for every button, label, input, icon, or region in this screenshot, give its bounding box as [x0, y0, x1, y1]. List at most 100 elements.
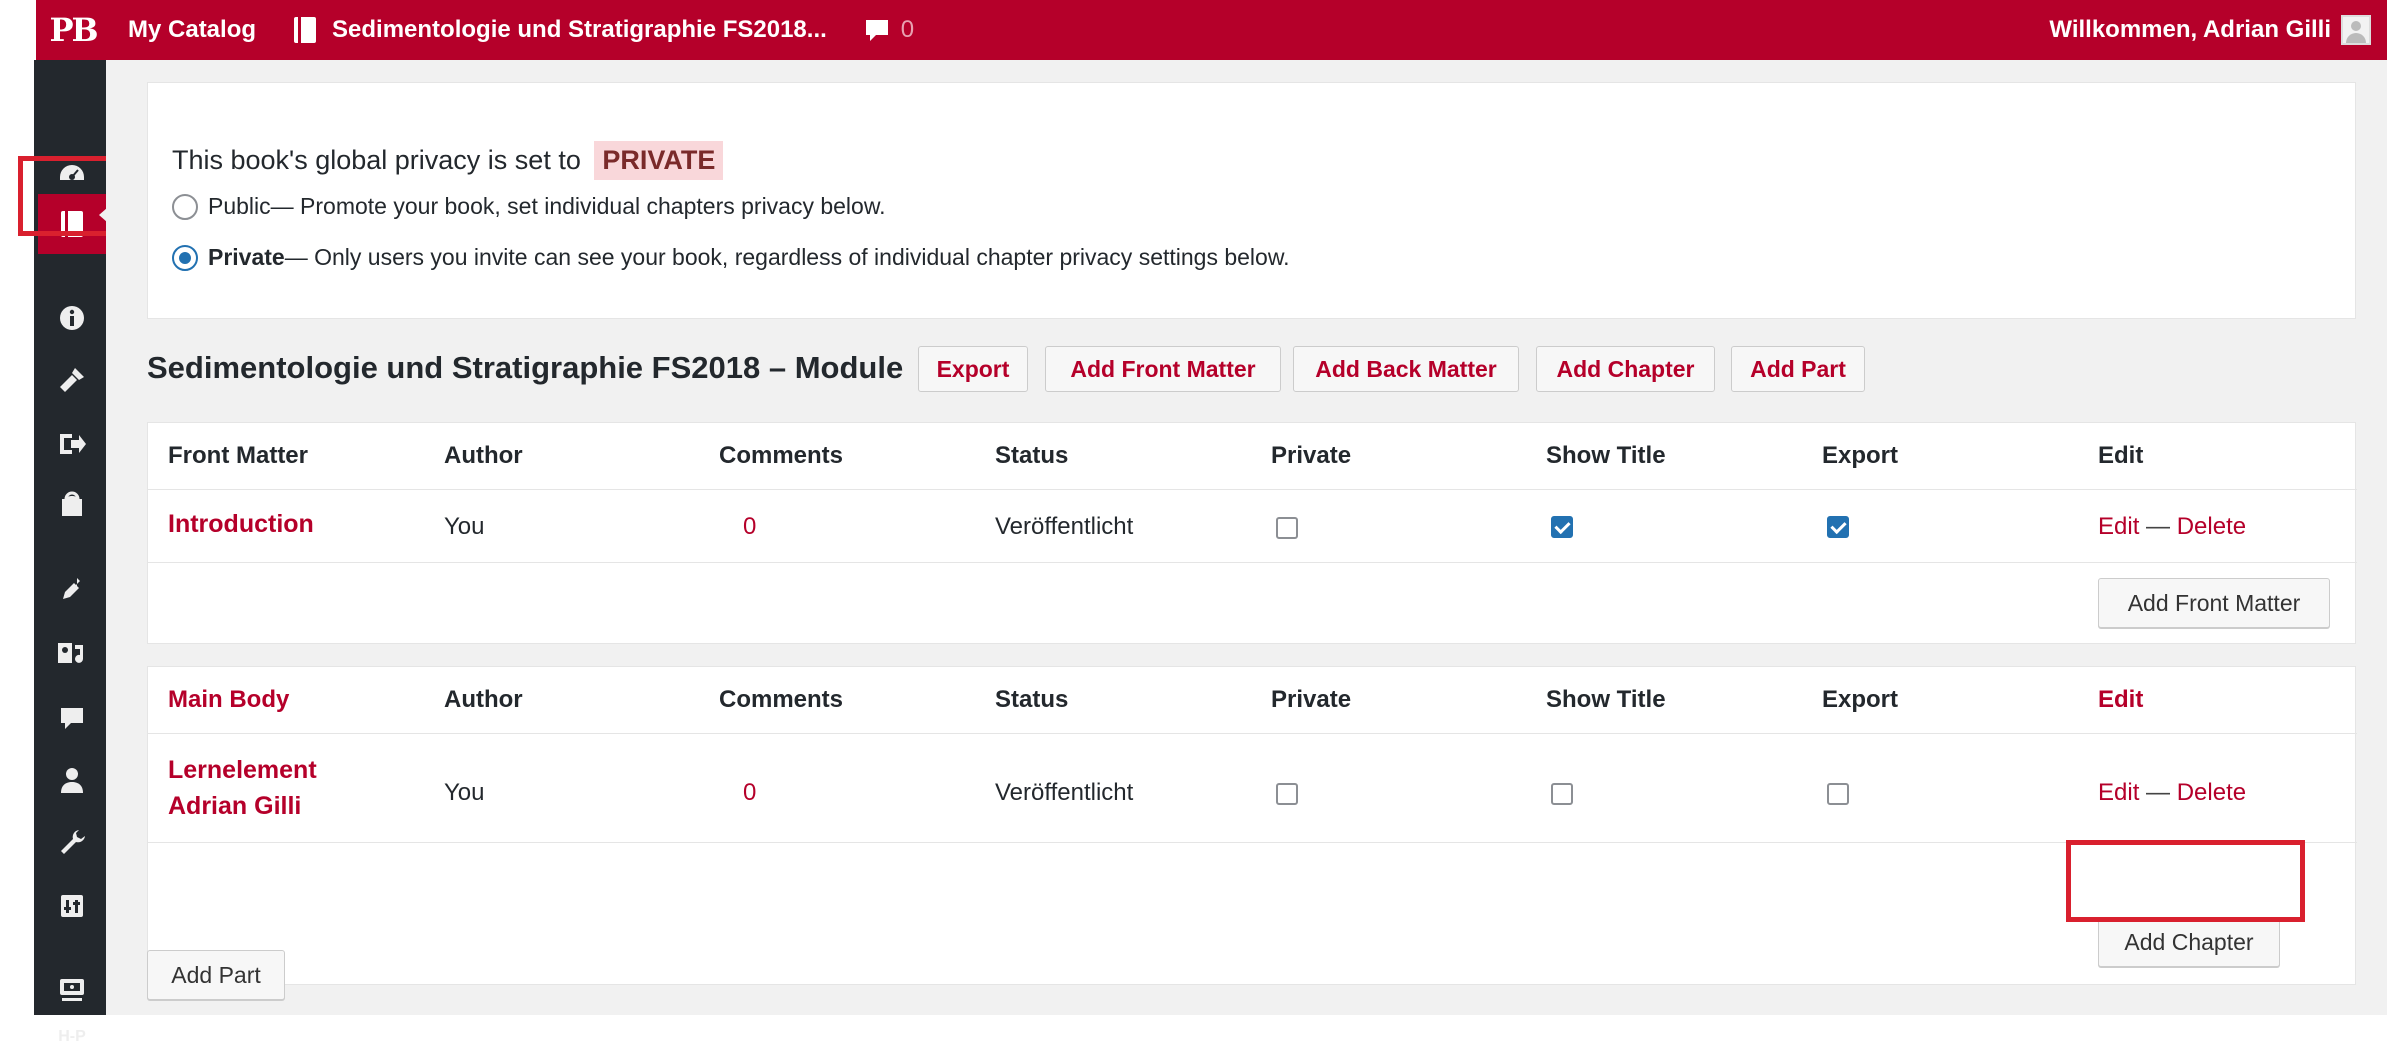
admin-bar: PB My Catalog Sedimentologie und Stratig… [36, 0, 2387, 60]
add-part-header-button[interactable]: Add Part [1731, 346, 1865, 392]
menu-media[interactable] [38, 634, 106, 674]
add-front-matter-header-button[interactable]: Add Front Matter [1045, 346, 1281, 392]
private-radio[interactable] [172, 244, 198, 271]
main-content: This book's global privacy is set to PRI… [106, 60, 2387, 1015]
menu-presentation[interactable] [38, 970, 106, 1010]
introduction-link[interactable]: Introduction [168, 510, 314, 539]
public-option[interactable]: Public — Promote your book, set individu… [172, 193, 886, 220]
show-title-header: Show Title [1546, 686, 1666, 713]
private-checkbox[interactable] [1276, 783, 1298, 805]
add-back-matter-button[interactable]: Add Back Matter [1293, 346, 1519, 392]
private-label: Private [208, 244, 285, 270]
private-option[interactable]: Private — Only users you invite can see … [172, 244, 1290, 271]
h5p-icon[interactable]: H-P [38, 1022, 106, 1052]
edit-header: Edit [2098, 686, 2144, 713]
export-checkbox[interactable] [1827, 783, 1849, 805]
comment-bubble-icon [865, 20, 888, 41]
comments-header: Comments [719, 442, 844, 469]
export-checkbox[interactable] [1827, 516, 1849, 538]
comments-icon [61, 708, 83, 729]
my-catalog-link[interactable]: My Catalog [110, 0, 274, 60]
menu-users[interactable] [38, 760, 106, 800]
privacy-panel: This book's global privacy is set to PRI… [147, 82, 2356, 319]
menu-publish[interactable] [38, 484, 106, 524]
pressbooks-logo[interactable]: PB [36, 0, 110, 60]
front-matter-table: Front Matter Author Comments Status Priv… [147, 422, 2357, 644]
avatar [2341, 15, 2371, 45]
show-title-checkbox[interactable] [1551, 783, 1573, 805]
export-icon [60, 434, 86, 454]
row-divider [148, 489, 2357, 490]
export-button[interactable]: Export [918, 346, 1028, 392]
export-header: Export [1822, 442, 1899, 469]
admin-sidebar: H-P [38, 60, 107, 1045]
menu-settings[interactable] [38, 886, 106, 926]
author-value: You [444, 779, 485, 806]
menu-appearance[interactable] [38, 360, 106, 400]
main-body-header[interactable]: Main Body [168, 686, 289, 714]
public-label: Public [208, 193, 271, 219]
action-separator: — [2139, 513, 2177, 540]
book-title-label: Sedimentologie und Stratigraphie FS2018.… [332, 16, 827, 43]
privacy-intro: This book's global privacy is set to [172, 145, 581, 175]
book-organize-title: Sedimentologie und Stratigraphie FS2018 … [147, 350, 904, 385]
settings-icon [61, 895, 83, 917]
presentation-icon [60, 979, 84, 1001]
menu-plugins[interactable] [38, 570, 106, 610]
chapter-title-link[interactable]: Lernelement Adrian Gilli [168, 752, 317, 824]
chapter-title-line1: Lernelement [168, 756, 317, 784]
status-value: Veröffentlicht [995, 779, 1134, 806]
comment-count: 0 [900, 16, 915, 43]
privacy-status-line: This book's global privacy is set to PRI… [172, 141, 724, 180]
add-chapter-header-button[interactable]: Add Chapter [1536, 346, 1715, 392]
book-title-link[interactable]: Sedimentologie und Stratigraphie FS2018.… [274, 0, 845, 60]
row-divider [148, 733, 2357, 734]
show-title-header: Show Title [1546, 442, 1666, 469]
public-radio[interactable] [172, 193, 198, 220]
comment-count-link[interactable]: 0 [743, 513, 756, 541]
status-value: Veröffentlicht [995, 513, 1134, 540]
privacy-status-badge: PRIVATE [594, 141, 724, 180]
row-divider [148, 842, 2357, 843]
menu-book[interactable] [38, 194, 107, 254]
edit-link[interactable]: Edit [2098, 779, 2139, 806]
comments-link[interactable]: 0 [845, 0, 932, 60]
book-icon [61, 211, 83, 237]
edit-header: Edit [2098, 442, 2144, 469]
plugins-icon [63, 578, 80, 599]
main-body-table: Main Body Author Comments Status Private… [147, 666, 2357, 985]
menu-tools[interactable] [38, 822, 106, 862]
media-icon [58, 643, 83, 663]
delete-link[interactable]: Delete [2177, 513, 2246, 540]
appearance-icon [60, 368, 84, 392]
row-actions: Edit — Delete [2098, 779, 2246, 807]
menu-comments[interactable] [38, 698, 106, 738]
chapter-title-line2: Adrian Gilli [168, 792, 302, 820]
status-header: Status [995, 686, 1069, 713]
add-front-matter-button[interactable]: Add Front Matter [2098, 578, 2330, 628]
export-header: Export [1822, 686, 1899, 713]
publish-icon [62, 491, 82, 516]
book-icon [294, 17, 317, 43]
show-title-checkbox[interactable] [1551, 516, 1573, 538]
public-description: — Promote your book, set individual chap… [270, 193, 886, 219]
front-matter-header: Front Matter [168, 442, 308, 469]
private-description: — Only users you invite can see your boo… [284, 244, 1290, 270]
comment-count-link[interactable]: 0 [743, 779, 756, 807]
menu-export[interactable] [38, 424, 106, 464]
row-divider [148, 562, 2357, 563]
tools-icon [61, 830, 85, 854]
dashboard-icon [60, 165, 84, 180]
action-separator: — [2139, 779, 2177, 806]
author-header: Author [444, 686, 523, 713]
screenshot-frame: PB My Catalog Sedimentologie und Stratig… [0, 0, 2387, 1045]
delete-link[interactable]: Delete [2177, 779, 2246, 806]
account-menu[interactable]: Willkommen, Adrian Gilli [2031, 0, 2387, 60]
add-chapter-button[interactable]: Add Chapter [2098, 917, 2280, 967]
edit-link[interactable]: Edit [2098, 513, 2139, 540]
private-checkbox[interactable] [1276, 517, 1298, 539]
menu-info[interactable] [38, 298, 106, 338]
add-part-button[interactable]: Add Part [147, 950, 285, 1000]
menu-dashboard[interactable] [38, 154, 106, 194]
author-header: Author [444, 442, 523, 469]
